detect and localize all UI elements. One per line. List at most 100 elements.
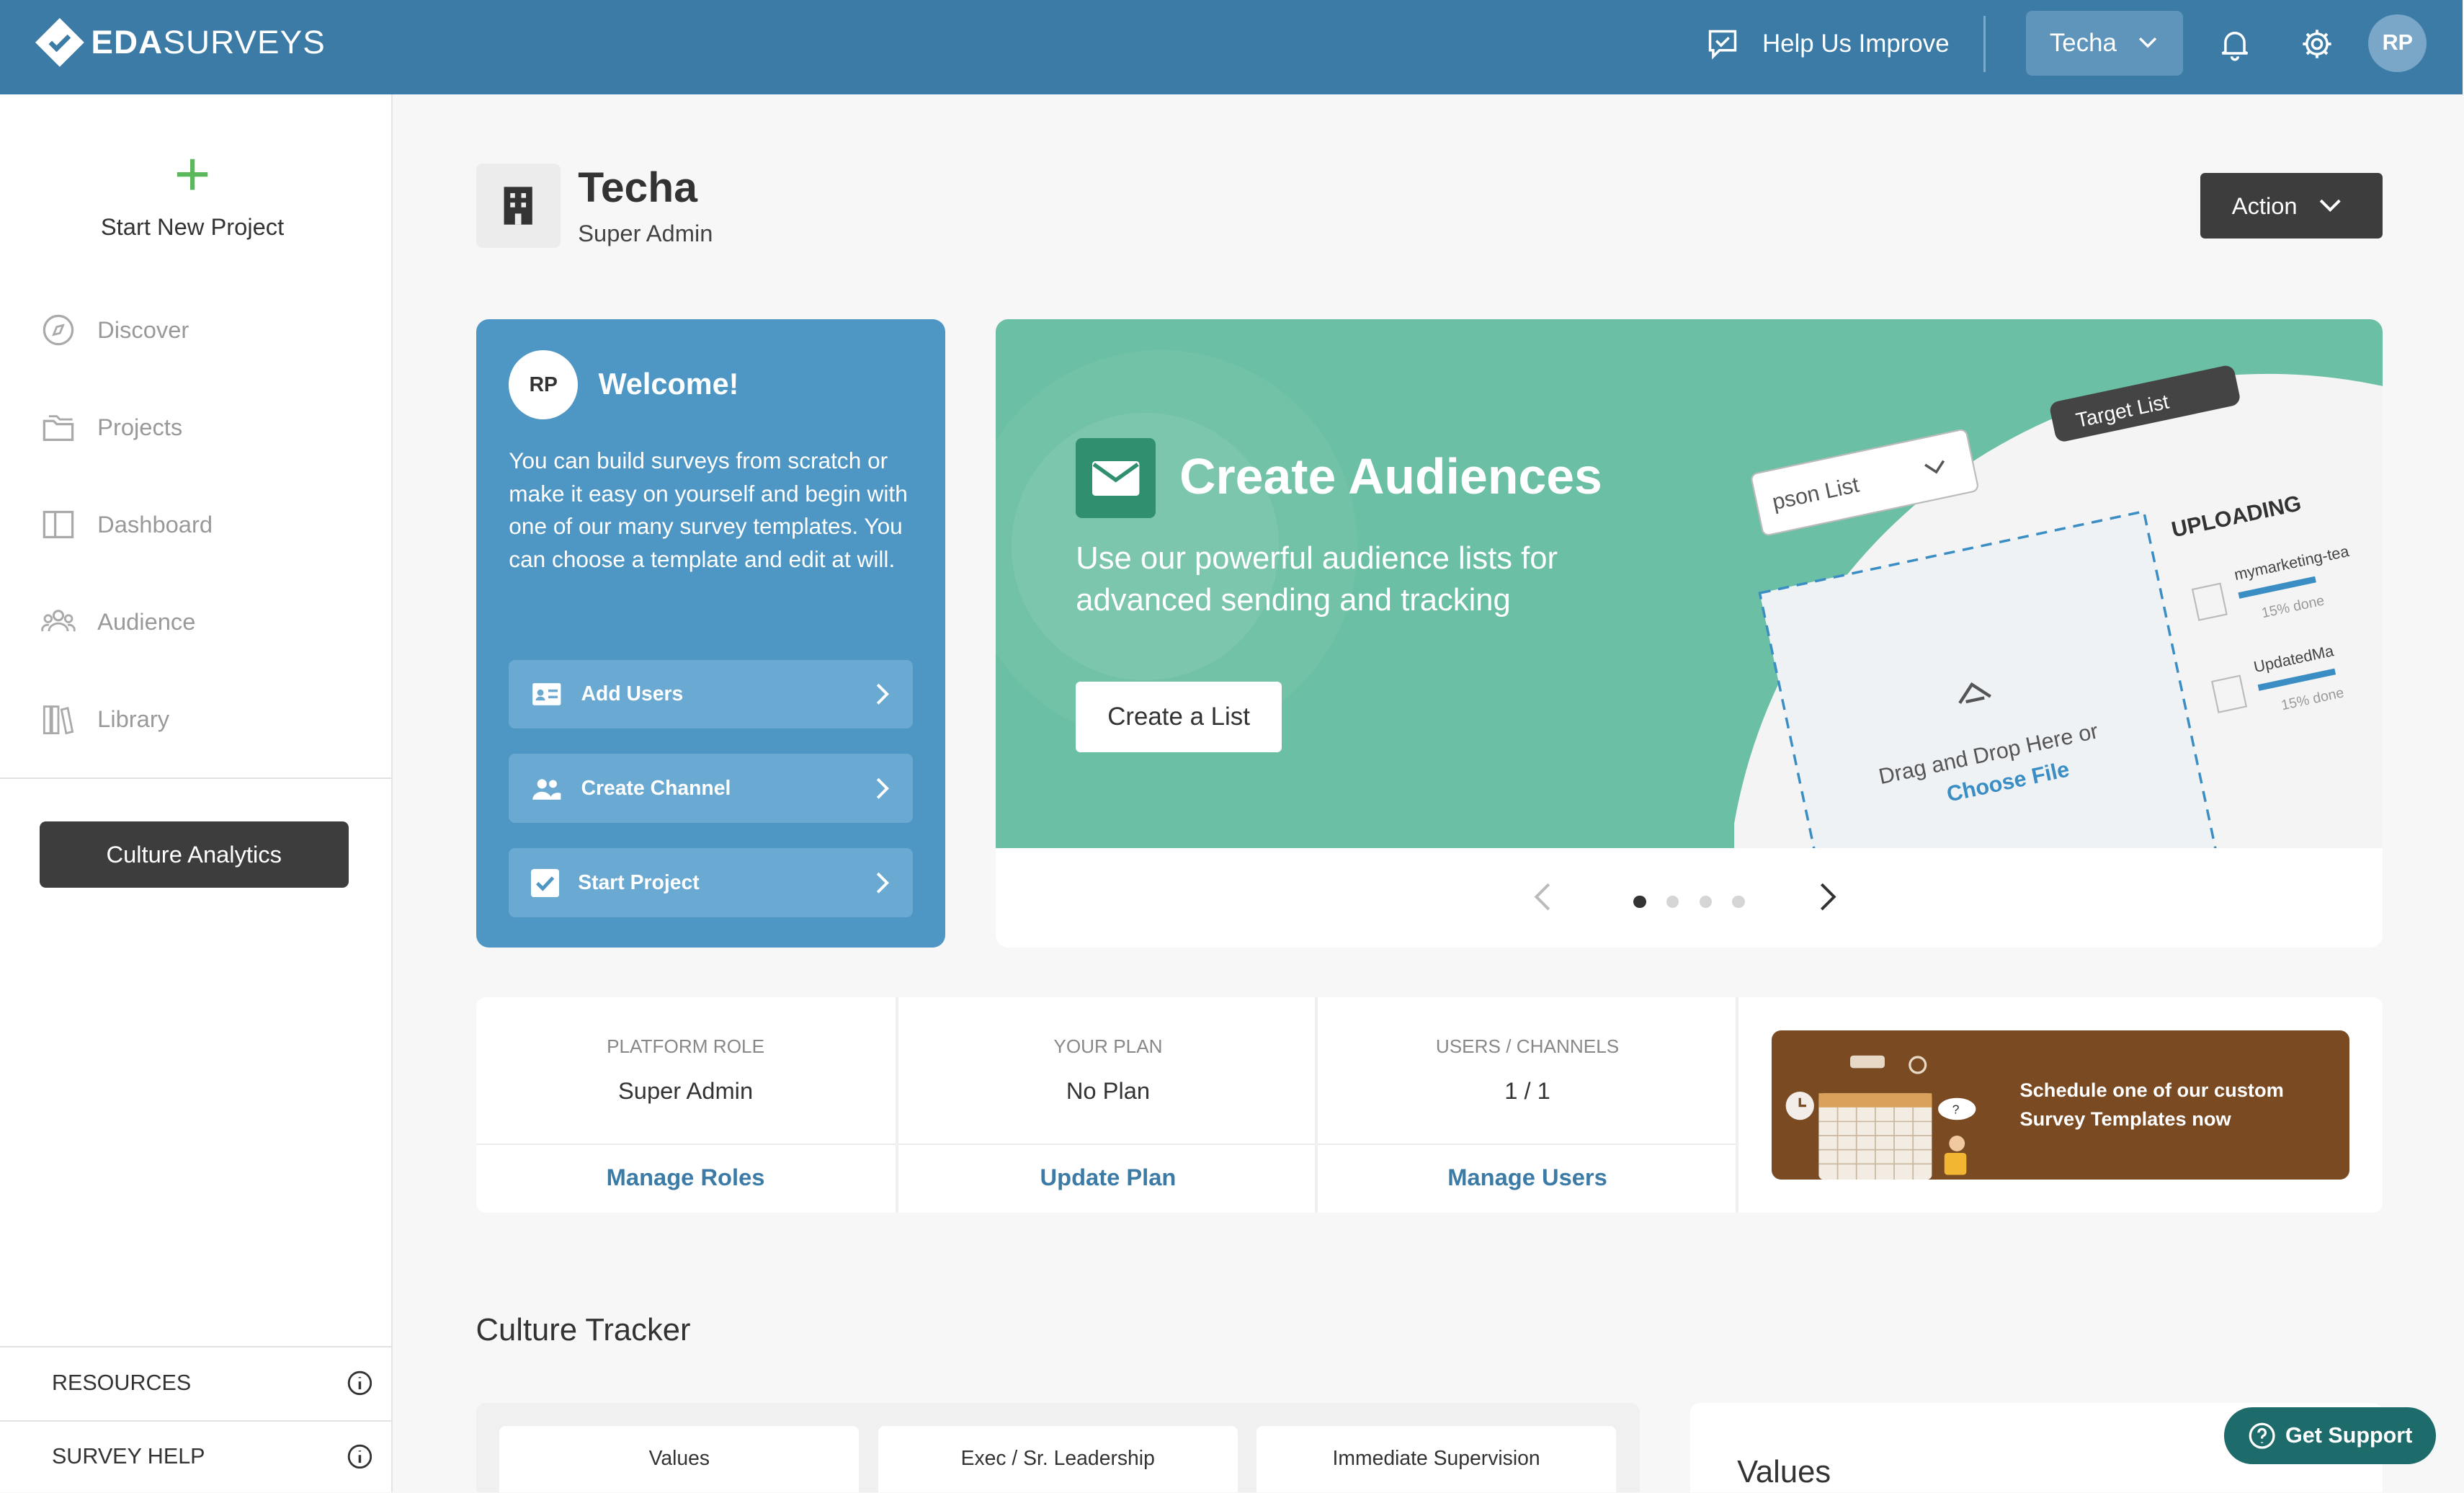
sidebar-item-projects[interactable]: Projects	[41, 409, 183, 446]
user-avatar[interactable]: RP	[2368, 14, 2427, 73]
manage-users-link[interactable]: Manage Users	[1318, 1164, 1737, 1191]
calendar-illustration: ?	[1785, 1055, 1976, 1180]
sidebar-item-audience[interactable]: Audience	[40, 603, 195, 641]
sidebar-item-discover[interactable]: Discover	[41, 311, 189, 349]
start-new-project-button[interactable]: + Start New Project	[0, 139, 385, 241]
account-stats: PLATFORM ROLE Super Admin Manage Roles Y…	[476, 997, 2383, 1213]
stat-users-channels: USERS / CHANNELS 1 / 1 Manage Users	[1318, 997, 1738, 1213]
top-bar: EDASURVEYS Help Us Improve Techa RP	[0, 0, 2463, 94]
chevron-down-icon	[2319, 199, 2341, 212]
compass-icon	[43, 314, 73, 346]
feedback-icon	[1709, 30, 1737, 60]
action-dropdown-button[interactable]: Action	[2200, 172, 2383, 239]
welcome-avatar: RP	[509, 350, 579, 420]
survey-help-label: SURVEY HELP	[51, 1444, 205, 1469]
sidebar-item-library[interactable]: Library	[41, 700, 169, 738]
chevron-left-icon	[1534, 883, 1550, 911]
plus-icon: +	[174, 139, 211, 210]
divider	[476, 1144, 896, 1146]
chevron-right-icon	[877, 872, 890, 893]
divider	[898, 1144, 1318, 1146]
welcome-title: Welcome!	[598, 367, 739, 401]
stat-label: PLATFORM ROLE	[607, 1035, 765, 1057]
sidebar-item-label: Dashboard	[97, 511, 213, 538]
start-project-button[interactable]: Start Project	[509, 848, 913, 918]
promo-text: Schedule one of our custom Survey Templa…	[2019, 1079, 2284, 1130]
carousel-dot[interactable]	[1699, 895, 1713, 909]
carousel-slide: Create Audiences Use our powerful audien…	[996, 318, 2383, 849]
tab-immediate-supervision[interactable]: Immediate Supervision	[1256, 1426, 1617, 1492]
dashboard-icon	[43, 511, 73, 539]
action-label: Action	[2231, 192, 2298, 219]
sidebar: + Start New Project Discover Projects Da…	[0, 94, 393, 1492]
company-select-value: Techa	[2049, 28, 2117, 57]
topbar-divider	[1983, 15, 1986, 73]
books-icon	[43, 705, 73, 735]
resources-link[interactable]: RESOURCES	[0, 1346, 393, 1418]
divider	[1318, 1144, 1738, 1146]
carousel-dot[interactable]	[1633, 895, 1646, 909]
building-icon	[504, 187, 533, 225]
survey-templates-promo[interactable]: ? Schedule one of our custom Survey Temp…	[1772, 1030, 2350, 1180]
id-card-icon	[532, 683, 561, 705]
feature-carousel: Create Audiences Use our powerful audien…	[996, 318, 2383, 948]
logo-diamond-icon	[35, 17, 84, 67]
help-improve-label: Help Us Improve	[1762, 30, 1950, 58]
create-list-button[interactable]: Create a List	[1076, 682, 1282, 753]
stat-value: Super Admin	[617, 1077, 754, 1105]
welcome-card: RP Welcome! You can build surveys from s…	[476, 318, 946, 948]
create-channel-label: Create Channel	[581, 776, 731, 800]
carousel-dot[interactable]	[1666, 895, 1679, 909]
carousel-dot[interactable]	[1732, 895, 1745, 909]
info-icon	[347, 1445, 372, 1469]
divider	[1735, 997, 1739, 1213]
stat-platform-role: PLATFORM ROLE Super Admin Manage Roles	[476, 997, 896, 1213]
slide-title: Create Audiences	[1179, 448, 1602, 505]
checkbox-icon	[530, 868, 560, 897]
tab-values[interactable]: Values	[499, 1426, 860, 1492]
logo[interactable]: EDASURVEYS	[35, 17, 326, 68]
sidebar-divider	[0, 777, 393, 780]
culture-analytics-button[interactable]: Culture Analytics	[39, 821, 349, 888]
upload-illustration: pson List Target List Drag and Drop Here…	[1733, 365, 2383, 849]
page-subtitle: Super Admin	[578, 220, 713, 247]
manage-roles-link[interactable]: Manage Roles	[476, 1164, 896, 1191]
organization-icon	[476, 163, 561, 249]
start-project-label: Start Project	[578, 870, 700, 894]
culture-tracker-title: Culture Tracker	[476, 1313, 691, 1348]
chevron-right-icon	[877, 777, 890, 799]
tab-exec-leadership[interactable]: Exec / Sr. Leadership	[878, 1426, 1238, 1492]
bell-icon	[2221, 32, 2249, 61]
carousel-prev-button[interactable]	[1533, 883, 1552, 917]
settings-button[interactable]	[2295, 22, 2339, 66]
welcome-body: You can build surveys from scratch or ma…	[509, 447, 908, 573]
svg-text:?: ?	[1952, 1102, 1960, 1117]
stat-label: YOUR PLAN	[1053, 1035, 1163, 1057]
company-select[interactable]: Techa	[2026, 11, 2184, 76]
get-support-button[interactable]: Get Support	[2223, 1407, 2437, 1464]
envelope-icon	[1076, 438, 1156, 519]
update-plan-link[interactable]: Update Plan	[898, 1164, 1318, 1191]
create-channel-button[interactable]: Create Channel	[509, 754, 913, 824]
add-users-button[interactable]: Add Users	[509, 659, 913, 729]
survey-help-link[interactable]: SURVEY HELP	[0, 1420, 393, 1492]
carousel-next-button[interactable]	[1818, 883, 1837, 917]
resources-label: RESOURCES	[51, 1370, 192, 1395]
carousel-dots	[1633, 895, 1745, 909]
stat-value: No Plan	[1066, 1077, 1151, 1105]
start-new-project-label: Start New Project	[100, 213, 285, 241]
stat-value: 1 / 1	[1504, 1077, 1550, 1105]
chevron-right-icon	[877, 684, 890, 705]
gear-icon	[2302, 30, 2331, 58]
folders-icon	[43, 415, 73, 442]
sidebar-item-label: Projects	[97, 413, 183, 440]
people-icon	[40, 610, 76, 632]
slide-subtitle: Use our powerful audience lists for adva…	[1076, 540, 1558, 618]
help-improve-link[interactable]: Help Us Improve	[1705, 22, 1950, 66]
carousel-controls	[996, 848, 2383, 947]
sidebar-item-dashboard[interactable]: Dashboard	[41, 506, 213, 543]
get-support-label: Get Support	[2285, 1423, 2413, 1448]
help-circle-icon	[2249, 1422, 2275, 1449]
notifications-button[interactable]	[2213, 22, 2257, 66]
add-users-label: Add Users	[581, 682, 684, 706]
